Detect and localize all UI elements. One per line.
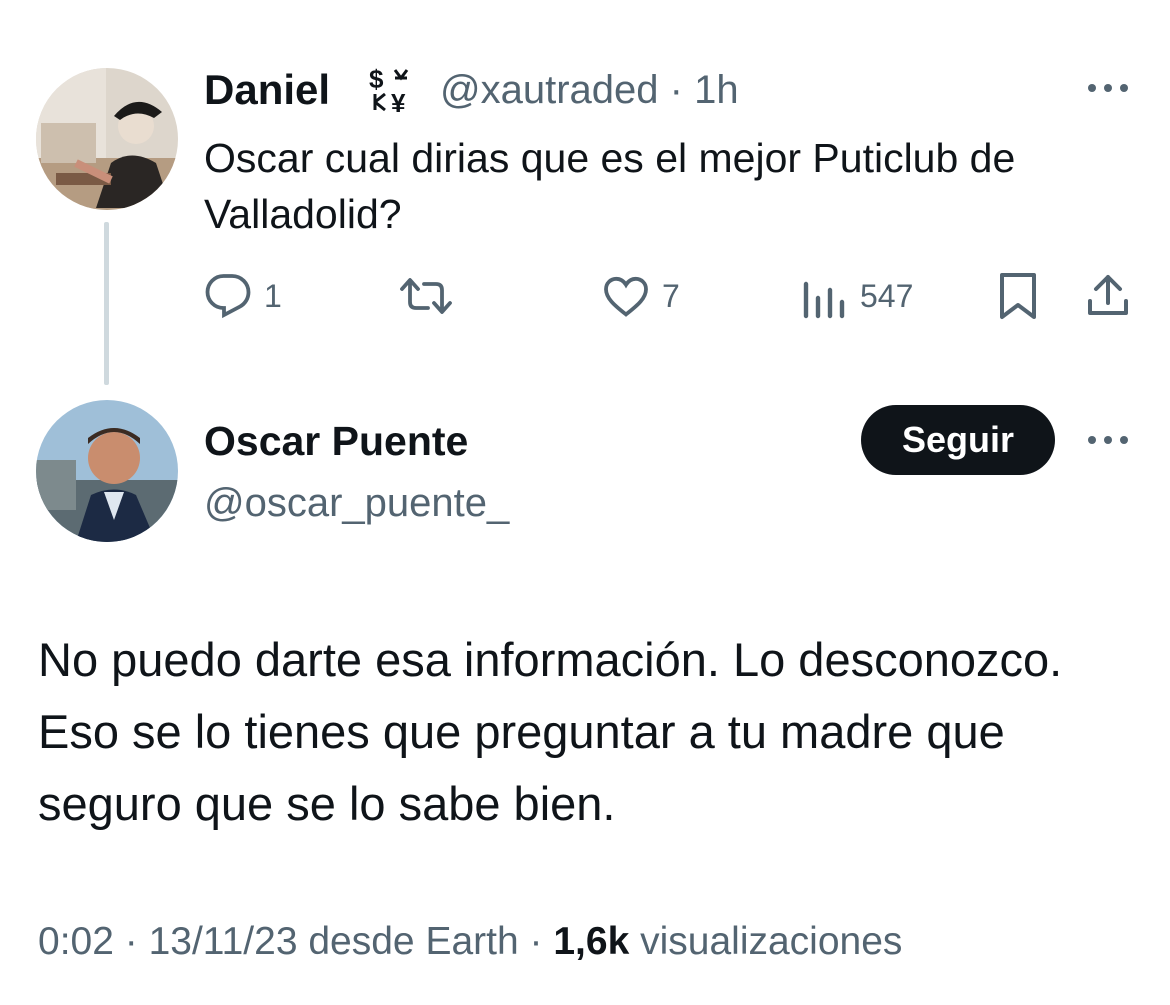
bookmark-icon xyxy=(1000,273,1036,319)
retweet-icon xyxy=(400,278,452,314)
share-action[interactable] xyxy=(1084,266,1132,326)
bar-chart-icon xyxy=(803,281,845,319)
reply-count: 1 xyxy=(264,278,282,314)
reply-meta: @xautraded · 1h xyxy=(440,66,739,114)
like-action[interactable]: 7 xyxy=(602,266,680,326)
svg-text:$: $ xyxy=(369,64,384,94)
thread-connector-line xyxy=(104,222,109,385)
reply-more-icon[interactable] xyxy=(1086,76,1130,100)
daniel-avatar[interactable] xyxy=(36,68,178,210)
currency-exchange-icon: $ ¥ xyxy=(365,64,419,118)
main-author-name[interactable]: Oscar Puente xyxy=(204,416,468,466)
reply-icon xyxy=(205,274,251,319)
views-action[interactable]: 547 xyxy=(802,266,913,326)
tweet-views-label: visualizaciones xyxy=(640,920,903,963)
main-tweet-text: No puedo darte esa información. Lo desco… xyxy=(38,633,1063,830)
svg-text:¥: ¥ xyxy=(391,88,406,114)
bookmark-action[interactable] xyxy=(996,266,1040,326)
main-author-handle[interactable]: @oscar_puente_ xyxy=(204,478,509,528)
footer-separator: · xyxy=(529,920,543,963)
share-icon xyxy=(1088,275,1128,315)
like-count: 7 xyxy=(662,278,680,314)
footer-separator: · xyxy=(124,920,138,963)
heart-icon xyxy=(604,276,648,317)
reply-action[interactable]: 1 xyxy=(204,266,282,326)
tweet-source: desde Earth xyxy=(308,920,519,963)
main-more-icon[interactable] xyxy=(1086,428,1130,452)
reply-text: Oscar cual dirias que es el mejor Puticl… xyxy=(204,135,1016,237)
reply-time[interactable]: 1h xyxy=(694,68,739,112)
reply-handle[interactable]: @xautraded xyxy=(440,68,659,112)
oscar-avatar[interactable] xyxy=(36,400,178,542)
reply-author-name[interactable]: Daniel xyxy=(204,66,330,114)
tweet-date[interactable]: 13/11/23 xyxy=(149,920,298,963)
tweet-views-count[interactable]: 1,6k xyxy=(553,920,629,963)
tweet-time[interactable]: 0:02 xyxy=(38,920,114,963)
follow-button[interactable]: Seguir xyxy=(861,405,1055,475)
views-count: 547 xyxy=(860,278,914,314)
retweet-action[interactable] xyxy=(400,266,464,326)
meta-separator: · xyxy=(669,68,683,112)
tweet-footer: 0:02 · 13/11/23 desde Earth · 1,6k visua… xyxy=(38,914,902,970)
